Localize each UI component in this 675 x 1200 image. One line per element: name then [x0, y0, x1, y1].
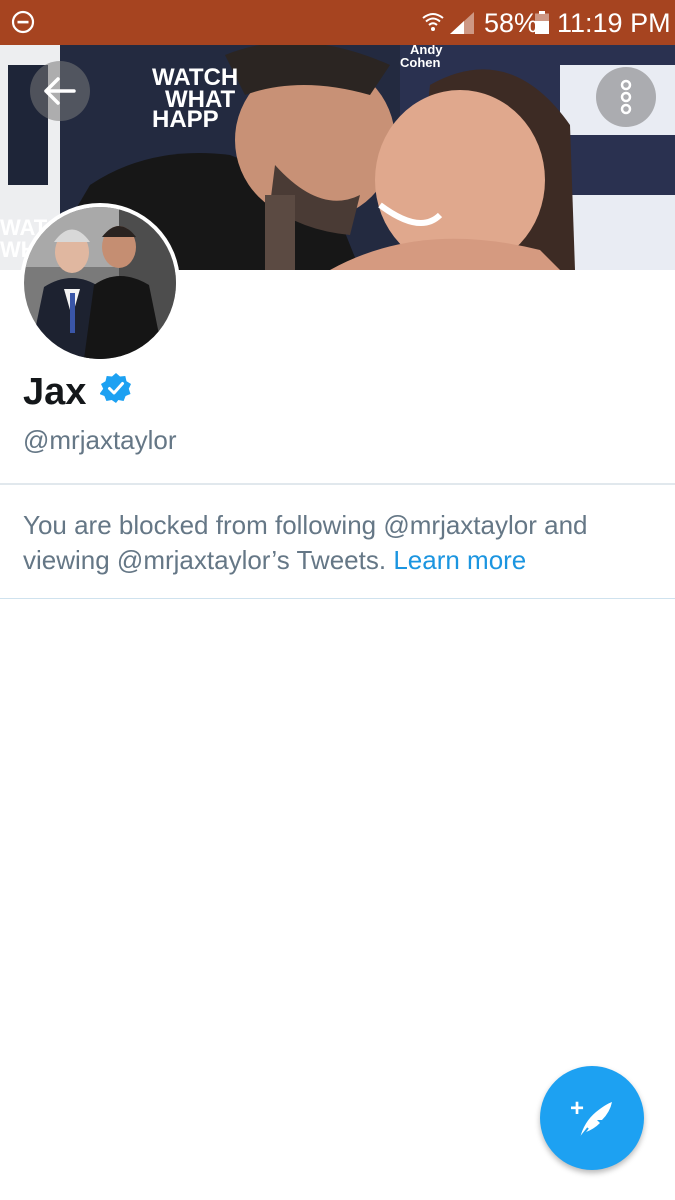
signal-icon: [450, 12, 474, 34]
compose-tweet-icon: +: [570, 1095, 612, 1139]
profile-handle: @mrjaxtaylor: [23, 425, 177, 455]
banner-text-cohen: Cohen: [400, 55, 441, 70]
profile-avatar[interactable]: [20, 203, 180, 363]
compose-plus: +: [570, 1095, 584, 1122]
status-bar: 58% 11:19 PM: [0, 0, 675, 45]
profile-display-name: Jax: [23, 371, 87, 413]
divider: [0, 598, 675, 599]
blocked-message: You are blocked from following @mrjaxtay…: [23, 508, 643, 578]
battery-percent: 58%: [484, 8, 539, 38]
banner-text-happ: HAPP: [152, 106, 219, 133]
status-time: 11:19 PM: [557, 8, 671, 38]
compose-tweet-button[interactable]: +: [540, 1066, 644, 1170]
arrow-left-icon: [44, 77, 76, 105]
wifi-icon: [422, 13, 444, 31]
verified-badge-icon: [100, 373, 131, 403]
avatar-photo: [24, 207, 176, 359]
back-button[interactable]: [30, 61, 90, 121]
learn-more-link[interactable]: Learn more: [393, 545, 526, 575]
more-options-button[interactable]: [596, 67, 656, 127]
divider: [0, 483, 675, 485]
more-vertical-icon: [620, 79, 632, 115]
do-not-disturb-icon: [11, 10, 35, 34]
battery-icon: [535, 11, 549, 34]
